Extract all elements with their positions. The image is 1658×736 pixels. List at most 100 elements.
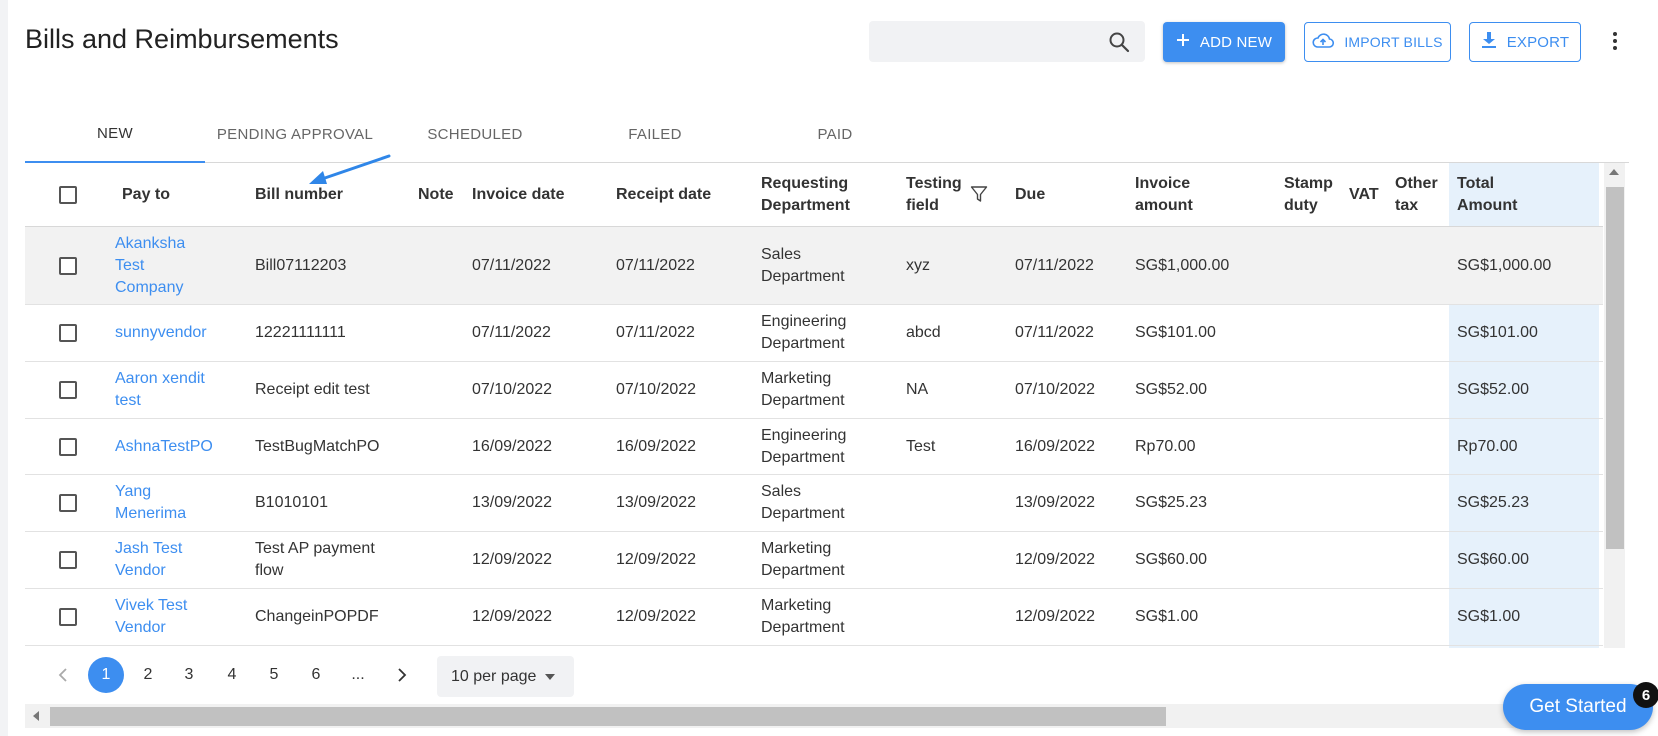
- scroll-up-icon[interactable]: [1609, 169, 1619, 175]
- cell-invoice-date: 07/10/2022: [472, 381, 553, 398]
- row-select-cell: [55, 532, 81, 588]
- header-vat[interactable]: VAT: [1349, 163, 1389, 226]
- row-checkbox[interactable]: [59, 256, 77, 275]
- cell-department: Marketing Department: [761, 370, 845, 409]
- cell-bill-number: 12221111111: [255, 324, 346, 341]
- cell-pay-to[interactable]: sunnyvendor: [115, 305, 215, 361]
- scroll-left-icon[interactable]: [33, 711, 39, 721]
- header-total-amount[interactable]: Total Amount: [1457, 163, 1557, 226]
- header-bill-number[interactable]: Bill number: [255, 163, 355, 226]
- cell-vat: [1349, 362, 1389, 418]
- header-note[interactable]: Note: [418, 163, 478, 226]
- cell-pay-to[interactable]: Yang Menerima: [115, 475, 215, 531]
- header-invoice-amount[interactable]: Invoice amount: [1135, 163, 1235, 226]
- table-row[interactable]: Yang Menerima B1010101 13/09/2022 13/09/202…: [25, 475, 1603, 532]
- chevron-left-icon[interactable]: [45, 657, 81, 693]
- export-label: EXPORT: [1506, 33, 1570, 51]
- table-row[interactable]: Vivek Test Vendor ChangeinPOPDF 12/09/2022…: [25, 589, 1603, 646]
- cell-pay-to[interactable]: Jash Test Vendor: [115, 532, 215, 588]
- header-other-tax[interactable]: Other tax: [1395, 163, 1445, 226]
- cell-bill-number: B1010101: [255, 494, 328, 511]
- cell-note: [418, 419, 468, 474]
- row-checkbox[interactable]: [59, 494, 77, 512]
- cell-pay-to[interactable]: Vivek Test Vendor: [115, 589, 215, 645]
- tab-new[interactable]: NEW: [25, 105, 205, 163]
- row-select-cell: [55, 589, 81, 645]
- search-icon[interactable]: [1107, 30, 1131, 54]
- page-button[interactable]: 5: [256, 657, 292, 693]
- page-ellipsis[interactable]: ...: [340, 657, 376, 693]
- import-bills-label: IMPORT BILLS: [1344, 34, 1443, 50]
- row-select-cell: [55, 305, 81, 361]
- header-due[interactable]: Due: [1015, 163, 1095, 226]
- cell-department: Engineering Department: [761, 313, 847, 352]
- cell-department: Sales Department: [761, 245, 845, 285]
- cell-testing-field: [906, 589, 986, 645]
- horizontal-scrollbar[interactable]: [25, 704, 1613, 728]
- table-row[interactable]: AshnaTestPO TestBugMatchPO 16/09/2022 16/09…: [25, 419, 1603, 475]
- header-requesting-department[interactable]: Requesting Department: [761, 163, 881, 226]
- cell-stamp-duty: [1284, 362, 1344, 418]
- header-invoice-date[interactable]: Invoice date: [472, 163, 572, 226]
- cell-total-amount: SG$1.00: [1457, 608, 1521, 625]
- chevron-right-icon[interactable]: [384, 657, 420, 693]
- per-page-select[interactable]: 10 per page: [437, 656, 574, 697]
- cell-invoice-date: 16/09/2022: [472, 437, 553, 455]
- cell-stamp-duty: [1284, 305, 1344, 361]
- row-checkbox[interactable]: [59, 324, 77, 342]
- cell-invoice-amount: SG$1,000.00: [1135, 256, 1230, 274]
- cell-total-amount: SG$60.00: [1457, 551, 1530, 568]
- cell-receipt-date: 07/10/2022: [616, 381, 697, 398]
- tab-scheduled[interactable]: SCHEDULED: [385, 105, 565, 163]
- header-testing-field[interactable]: Testing field: [906, 163, 976, 226]
- cell-department: Marketing Department: [761, 597, 845, 636]
- page-button[interactable]: 3: [171, 657, 207, 693]
- table-row[interactable]: sunnyvendor 12221111111 07/11/2022 07/11/20…: [25, 305, 1603, 362]
- per-page-label: 10 per page: [451, 667, 537, 685]
- table-row[interactable]: Jash Test Vendor Test AP payment flow 12/0…: [25, 532, 1603, 589]
- import-bills-button[interactable]: IMPORT BILLS: [1304, 22, 1451, 62]
- page-button[interactable]: 4: [214, 657, 250, 693]
- row-checkbox[interactable]: [59, 608, 77, 626]
- cell-other-tax: [1395, 475, 1445, 531]
- get-started-button[interactable]: Get Started: [1503, 684, 1653, 730]
- vertical-scrollbar[interactable]: [1604, 163, 1625, 648]
- cell-total-amount: SG$25.23: [1457, 494, 1530, 511]
- table-row[interactable]: Aaron xendit test Receipt edit test 07/10/…: [25, 362, 1603, 419]
- page-button[interactable]: 6: [298, 657, 334, 693]
- cell-vat: [1349, 419, 1389, 474]
- cell-due: 16/09/2022: [1015, 437, 1096, 455]
- cell-note: [418, 589, 468, 645]
- cell-other-tax: [1395, 532, 1445, 588]
- page-button[interactable]: 2: [130, 657, 166, 693]
- cell-pay-to[interactable]: Akanksha Test Company: [115, 227, 215, 304]
- search-input[interactable]: [869, 21, 1145, 62]
- horizontal-scroll-thumb[interactable]: [50, 707, 1166, 726]
- vertical-scroll-thumb[interactable]: [1606, 187, 1624, 549]
- cell-stamp-duty: [1284, 227, 1344, 304]
- header-receipt-date[interactable]: Receipt date: [616, 163, 716, 226]
- cell-testing-field: Test: [906, 437, 936, 455]
- header-pay-to[interactable]: Pay to: [122, 163, 222, 226]
- cell-due: 13/09/2022: [1015, 494, 1096, 511]
- header-stamp-duty[interactable]: Stamp duty: [1284, 163, 1344, 226]
- more-vert-icon[interactable]: [1607, 27, 1623, 55]
- cell-receipt-date: 16/09/2022: [616, 437, 697, 455]
- left-edge-strip: [0, 0, 8, 736]
- row-select-cell: [55, 362, 81, 418]
- page-button[interactable]: 1: [88, 657, 124, 693]
- filter-icon[interactable]: [970, 185, 988, 208]
- cell-pay-to[interactable]: Aaron xendit test: [115, 362, 215, 418]
- tab-paid[interactable]: PAID: [745, 105, 925, 163]
- add-new-button[interactable]: ADD NEW: [1163, 22, 1285, 62]
- cell-bill-number: ChangeinPOPDF: [255, 608, 379, 625]
- row-checkbox[interactable]: [59, 381, 77, 399]
- row-checkbox[interactable]: [59, 437, 77, 456]
- cloud-upload-icon: [1312, 32, 1335, 52]
- table-row[interactable]: Akanksha Test Company Bill07112203 07/11/2…: [25, 227, 1603, 305]
- export-button[interactable]: EXPORT: [1469, 22, 1581, 62]
- tab-failed[interactable]: FAILED: [565, 105, 745, 163]
- select-all-checkbox[interactable]: [59, 185, 77, 204]
- row-checkbox[interactable]: [59, 551, 77, 569]
- cell-pay-to[interactable]: AshnaTestPO: [115, 419, 215, 474]
